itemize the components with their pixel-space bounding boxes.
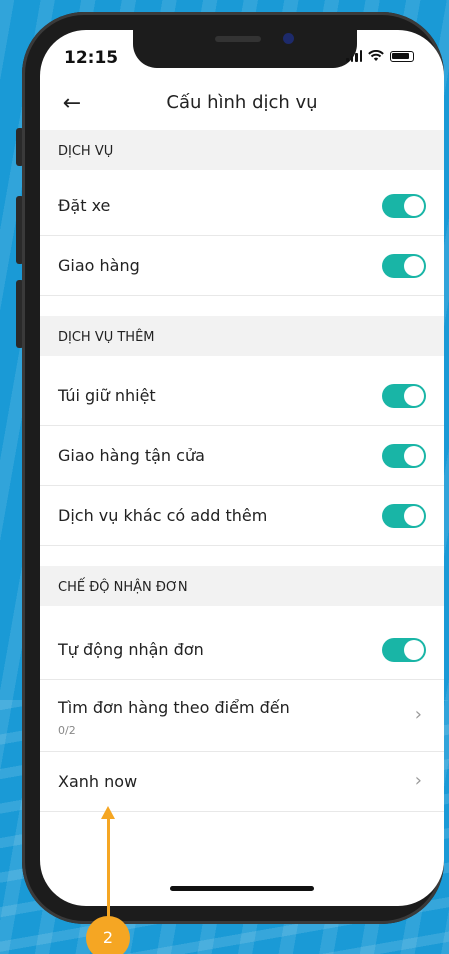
toggle-switch[interactable] <box>382 504 426 528</box>
section-header-order-mode: CHẾ ĐỘ NHẬN ĐƠN <box>40 566 444 606</box>
list-item-dich-vu-khac[interactable]: Dịch vụ khác có add thêm <box>40 486 444 546</box>
section-header-extra-services: DỊCH VỤ THÊM <box>40 316 444 356</box>
camera <box>283 33 294 44</box>
toggle-switch[interactable] <box>382 384 426 408</box>
toggle-switch[interactable] <box>382 638 426 662</box>
item-label: Tự động nhận đơn <box>58 640 204 659</box>
annotation-marker: 2 <box>86 916 130 954</box>
signal-icon <box>346 50 362 62</box>
chevron-right-icon: › <box>414 770 422 791</box>
battery-icon <box>390 50 414 62</box>
item-label: Túi giữ nhiệt <box>58 386 156 405</box>
item-label: Đặt xe <box>58 196 111 215</box>
item-label: Giao hàng <box>58 256 140 275</box>
list-item-tim-don-hang[interactable]: Tìm đơn hàng theo điểm đến 0/2 › <box>40 680 444 752</box>
item-label: Giao hàng tận cửa <box>58 446 205 465</box>
list-item-tui-giu-nhiet[interactable]: Túi giữ nhiệt <box>40 366 444 426</box>
item-label: Tìm đơn hàng theo điểm đến <box>58 698 290 717</box>
toggle-switch[interactable] <box>382 444 426 468</box>
annotation-arrow <box>107 816 110 920</box>
speaker <box>215 36 261 42</box>
section-header-services: DỊCH VỤ <box>40 130 444 170</box>
notch <box>133 30 357 68</box>
list-item-dat-xe[interactable]: Đặt xe <box>40 176 444 236</box>
item-label: Xanh now <box>58 772 138 791</box>
annotation-arrow-head <box>101 806 115 819</box>
app-header: ← Cấu hình dịch vụ <box>40 82 444 128</box>
page-title: Cấu hình dịch vụ <box>166 92 318 113</box>
status-icons <box>346 50 414 62</box>
toggle-switch[interactable] <box>382 194 426 218</box>
chevron-right-icon: › <box>414 704 422 725</box>
list-item-giao-hang[interactable]: Giao hàng <box>40 236 444 296</box>
list-item-tu-dong-nhan-don[interactable]: Tự động nhận đơn <box>40 620 444 680</box>
status-time: 12:15 <box>64 48 119 68</box>
item-label: Dịch vụ khác có add thêm <box>58 506 268 525</box>
list-item-xanh-now[interactable]: Xanh now › <box>40 752 444 812</box>
item-subtitle: 0/2 <box>58 724 76 737</box>
home-indicator <box>170 886 314 891</box>
list-item-giao-hang-tan-cua[interactable]: Giao hàng tận cửa <box>40 426 444 486</box>
toggle-switch[interactable] <box>382 254 426 278</box>
phone-screen: 12:15 ← Cấu hình dịch vụ DỊCH VỤ Đặt xe … <box>40 30 444 906</box>
wifi-icon <box>368 50 384 61</box>
